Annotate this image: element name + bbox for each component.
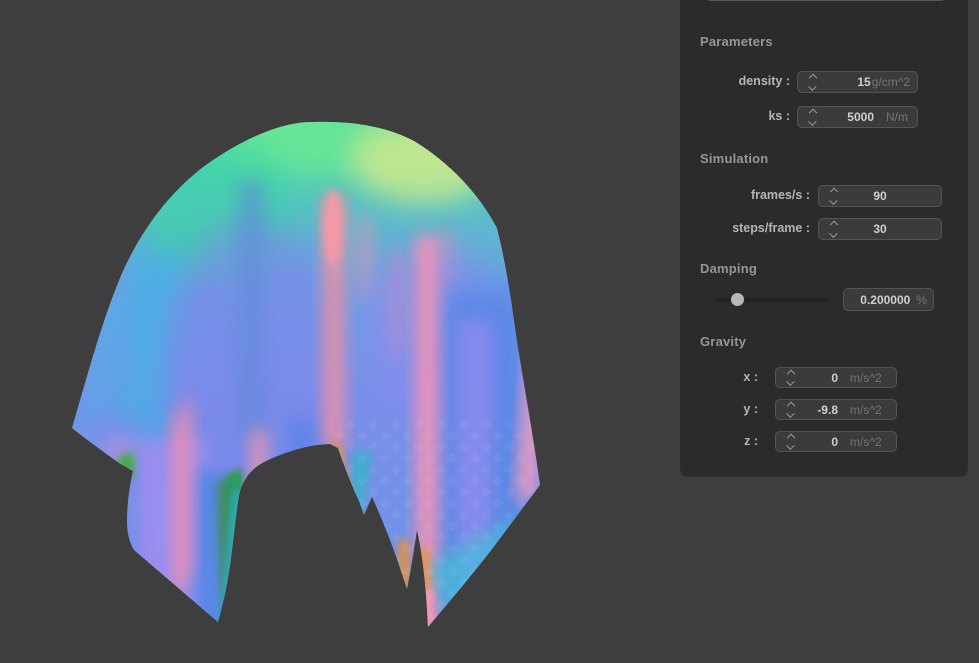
bending-button[interactable]: bending xyxy=(705,0,947,1)
ks-row: ks : 5000 N/m xyxy=(681,106,967,128)
stepper-icon[interactable] xyxy=(806,108,819,126)
stepper-icon[interactable] xyxy=(784,401,797,418)
gravity-z-row: z : 0 m/s^2 xyxy=(681,431,967,452)
gravity-x-label: x : xyxy=(743,370,758,384)
gravity-z-value: 0 xyxy=(831,434,838,449)
gravity-x-input[interactable]: 0 m/s^2 xyxy=(775,367,897,388)
gravity-x-row: x : 0 m/s^2 xyxy=(681,367,967,388)
density-input[interactable]: 15 g/cm^2 xyxy=(797,71,918,93)
gravity-z-unit: m/s^2 xyxy=(850,434,882,449)
frames-input[interactable]: 90 xyxy=(818,185,942,207)
stepper-icon[interactable] xyxy=(806,73,819,91)
damping-value-box[interactable]: 0.200000 % xyxy=(843,288,934,311)
frames-row: frames/s : 90 xyxy=(681,185,967,207)
density-row: density : 15 g/cm^2 xyxy=(681,71,967,93)
simulation-heading: Simulation xyxy=(700,151,769,166)
steps-input[interactable]: 30 xyxy=(818,218,942,240)
cloth-render xyxy=(72,121,540,627)
steps-label: steps/frame : xyxy=(732,221,810,235)
stepper-icon[interactable] xyxy=(827,220,840,238)
gravity-x-unit: m/s^2 xyxy=(850,370,882,385)
gravity-z-label: z : xyxy=(744,434,758,448)
density-label: density : xyxy=(738,74,790,88)
ks-unit: N/m xyxy=(886,110,908,124)
parameters-heading: Parameters xyxy=(700,34,773,49)
gravity-y-value: -9.8 xyxy=(817,402,838,417)
density-unit: g/cm^2 xyxy=(871,75,910,89)
gravity-y-input[interactable]: -9.8 m/s^2 xyxy=(775,399,897,420)
ks-value: 5000 xyxy=(847,110,874,124)
stepper-icon[interactable] xyxy=(784,369,797,386)
gravity-heading: Gravity xyxy=(700,334,747,349)
cloth-3d-viewport[interactable] xyxy=(0,0,680,663)
frames-value: 90 xyxy=(873,189,887,203)
damping-value: 0.200000 xyxy=(860,292,911,307)
gravity-y-label: y : xyxy=(743,402,758,416)
stepper-icon[interactable] xyxy=(827,187,840,205)
gravity-y-unit: m/s^2 xyxy=(850,402,882,417)
density-value: 15 xyxy=(857,75,871,89)
damping-slider-knob[interactable] xyxy=(730,292,745,307)
steps-row: steps/frame : 30 xyxy=(681,218,967,240)
gravity-z-input[interactable]: 0 m/s^2 xyxy=(775,431,897,452)
steps-value: 30 xyxy=(873,222,887,236)
ks-input[interactable]: 5000 N/m xyxy=(797,106,918,128)
damping-heading: Damping xyxy=(700,261,758,276)
gravity-x-value: 0 xyxy=(831,370,838,385)
settings-panel: bending Parameters density : 15 g/cm^2 k… xyxy=(681,0,967,476)
stepper-icon[interactable] xyxy=(784,433,797,450)
damping-unit: % xyxy=(916,292,927,307)
frames-label: frames/s : xyxy=(750,188,810,202)
gravity-y-row: y : -9.8 m/s^2 xyxy=(681,399,967,420)
ks-label: ks : xyxy=(768,109,790,123)
